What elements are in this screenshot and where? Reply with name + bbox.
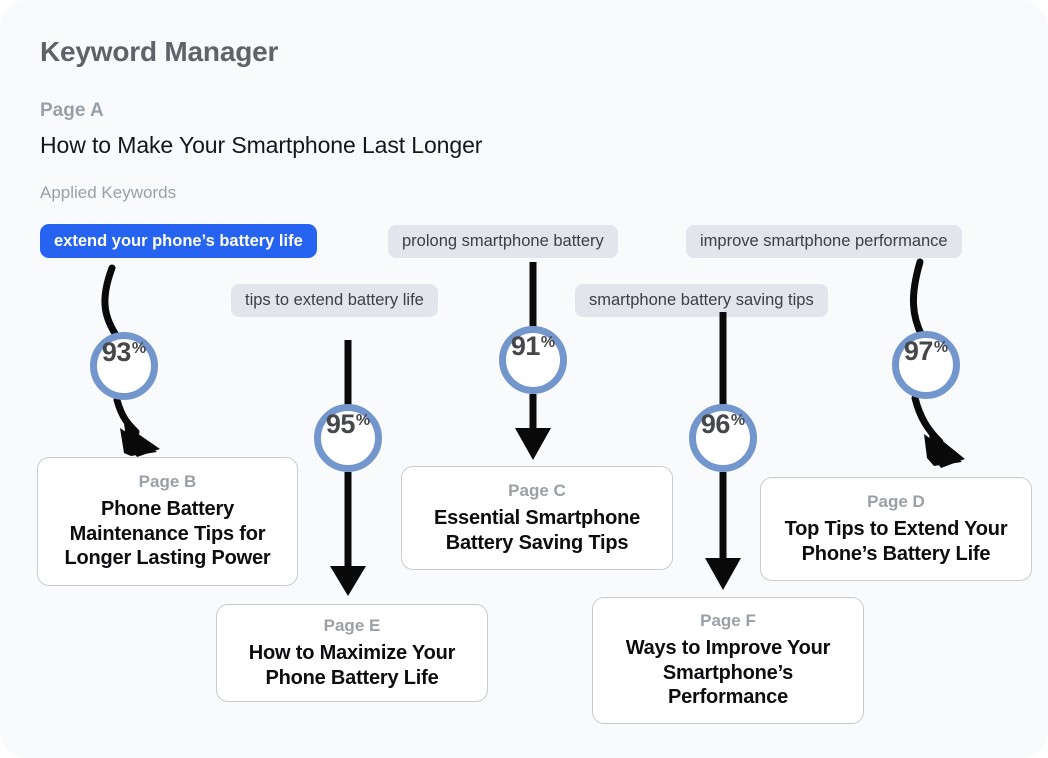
percent-symbol: % xyxy=(131,340,147,357)
keyword-chip-label: prolong smartphone battery xyxy=(402,232,604,250)
page-card-e[interactable]: Page E How to Maximize Your Phone Batter… xyxy=(216,604,488,702)
page-card-label: Page E xyxy=(323,615,381,635)
match-score-91: 91 % xyxy=(499,326,567,394)
keyword-chip-smartphone-battery-saving-tips[interactable]: smartphone battery saving tips xyxy=(575,284,828,317)
keyword-chip-active[interactable]: extend your phone’s battery life xyxy=(40,224,317,258)
page-card-label: Page F xyxy=(700,611,756,631)
percent-symbol: % xyxy=(540,334,556,351)
page-card-title: Phone Battery Maintenance Tips for Longe… xyxy=(64,498,271,570)
keyword-chip-tips-to-extend-battery-life[interactable]: tips to extend battery life xyxy=(231,284,438,317)
percent-symbol: % xyxy=(730,412,746,429)
match-score-95: 95 % xyxy=(314,404,382,472)
page-card-title: Ways to Improve Your Smartphone’s Perfor… xyxy=(625,637,831,709)
page-card-f[interactable]: Page F Ways to Improve Your Smartphone’s… xyxy=(592,597,864,724)
match-score-93: 93 % xyxy=(90,332,158,400)
match-score-96: 96 % xyxy=(689,404,757,472)
page-card-d[interactable]: Page D Top Tips to Extend Your Phone’s B… xyxy=(760,477,1032,581)
match-score-value: 93 xyxy=(101,337,132,367)
page-card-label: Page C xyxy=(508,480,566,500)
keyword-chip-label: smartphone battery saving tips xyxy=(589,291,814,309)
match-score-value: 95 xyxy=(325,409,356,439)
match-score-value: 91 xyxy=(510,331,541,361)
page-card-title: How to Maximize Your Phone Battery Life xyxy=(248,641,456,689)
page-card-title: Top Tips to Extend Your Phone’s Battery … xyxy=(784,517,1008,565)
percent-symbol: % xyxy=(355,412,371,429)
match-score-97: 97 % xyxy=(892,331,960,399)
match-score-value: 97 xyxy=(903,336,934,366)
source-page-label: Page A xyxy=(40,100,104,121)
page-card-label: Page D xyxy=(867,491,925,511)
page-card-b[interactable]: Page B Phone Battery Maintenance Tips fo… xyxy=(37,457,298,586)
page-card-c[interactable]: Page C Essential Smartphone Battery Savi… xyxy=(401,466,673,570)
page-card-title: Essential Smartphone Battery Saving Tips xyxy=(433,506,641,554)
keyword-chip-improve-smartphone-performance[interactable]: improve smartphone performance xyxy=(686,225,962,258)
match-score-value: 96 xyxy=(700,409,731,439)
keyword-manager-app: Keyword Manager Page A How to Make Your … xyxy=(0,0,1048,758)
keyword-chip-label: extend your phone’s battery life xyxy=(54,231,303,250)
source-page-title: How to Make Your Smartphone Last Longer xyxy=(40,132,483,158)
page-title: Keyword Manager xyxy=(40,36,279,67)
page-card-label: Page B xyxy=(138,472,197,492)
keyword-chip-label: improve smartphone performance xyxy=(700,232,948,250)
percent-symbol: % xyxy=(933,339,949,356)
keyword-chip-label: tips to extend battery life xyxy=(245,291,424,309)
applied-keywords-heading: Applied Keywords xyxy=(40,183,177,202)
keyword-chip-prolong-smartphone-battery[interactable]: prolong smartphone battery xyxy=(388,225,618,258)
